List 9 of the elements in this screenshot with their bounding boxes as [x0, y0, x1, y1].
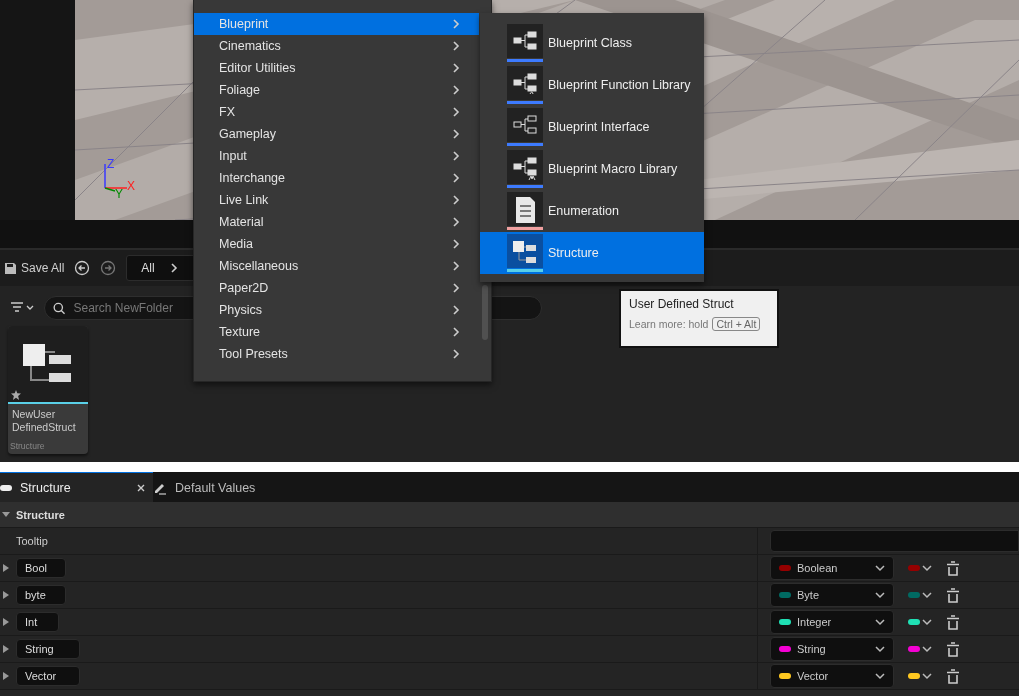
key-hint: Ctrl + Alt: [712, 317, 761, 331]
axis-label: Y: [115, 188, 123, 200]
axis-label: Z: [107, 158, 115, 170]
property-label: Tooltip: [15, 535, 48, 547]
tooltip-hint: Learn more: hold: [629, 318, 709, 330]
axis-label: X: [127, 180, 135, 192]
asset-type: Structure: [9, 440, 46, 451]
asset-name: NewUser DefinedStruct: [11, 407, 77, 434]
tooltip-title: User Defined Struct: [629, 297, 735, 311]
